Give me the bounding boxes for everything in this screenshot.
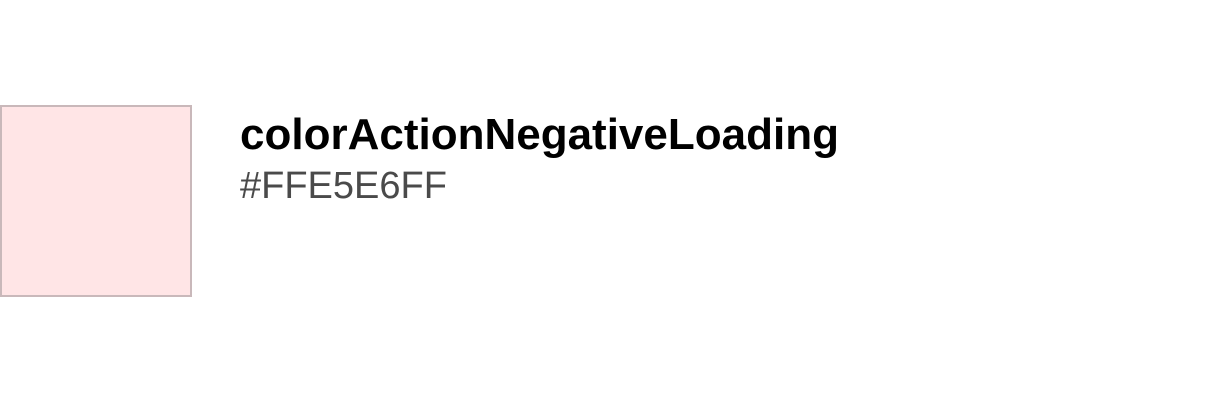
token-info: colorActionNegativeLoading #FFE5E6FF xyxy=(240,108,839,210)
token-name: colorActionNegativeLoading xyxy=(240,110,839,159)
color-swatch xyxy=(0,105,192,297)
color-token-row: colorActionNegativeLoading #FFE5E6FF xyxy=(0,0,1206,402)
token-hex-value: #FFE5E6FF xyxy=(240,165,447,207)
